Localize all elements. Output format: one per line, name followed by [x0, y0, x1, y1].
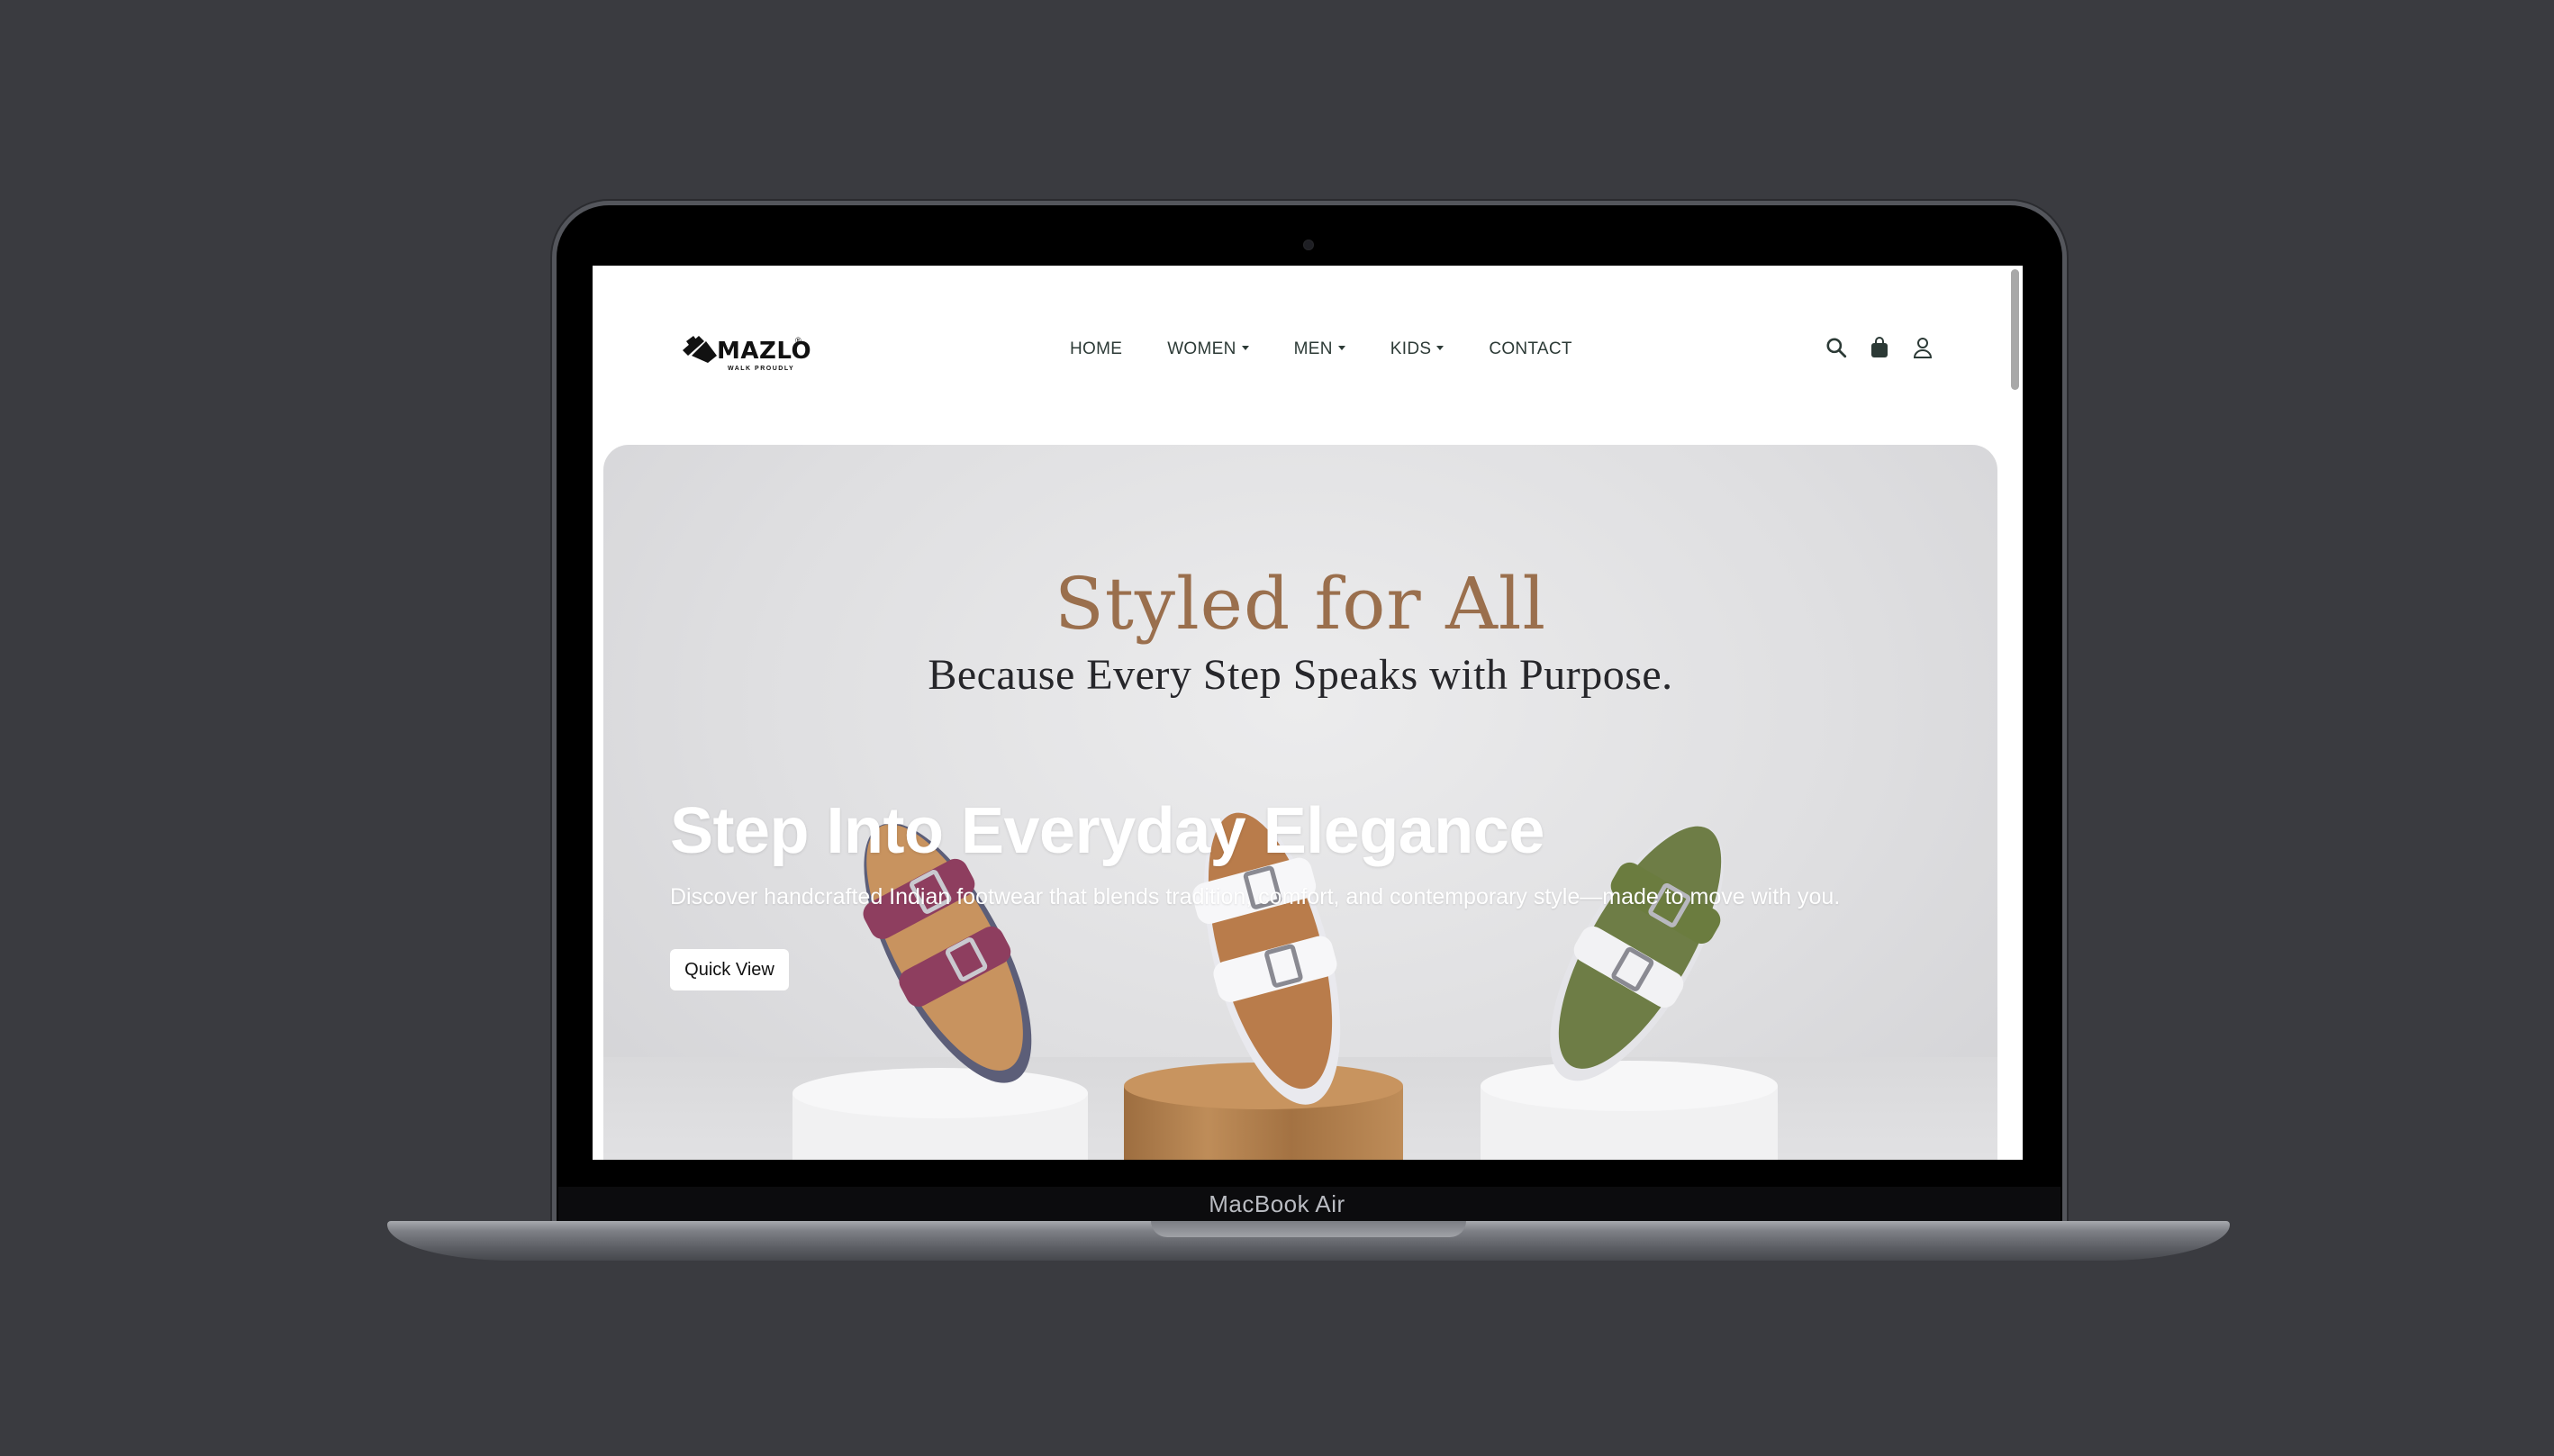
hero-banner: Styled for All Because Every Step Speaks…	[603, 445, 1997, 1160]
search-button[interactable]	[1823, 334, 1850, 361]
nav-men[interactable]: MEN	[1294, 339, 1345, 359]
page-scrollbar[interactable]	[2011, 269, 2019, 390]
laptop-opening-notch	[1151, 1221, 1466, 1237]
nav-contact[interactable]: CONTACT	[1489, 339, 1572, 359]
cart-button[interactable]	[1866, 334, 1893, 361]
user-icon	[1913, 338, 1933, 358]
main-nav: HOME WOMEN MEN KIDS CONTACT	[1070, 339, 1572, 359]
logo-tagline: WALK PROUDLY	[728, 366, 795, 372]
header-actions	[1823, 334, 1936, 361]
nav-contact-label: CONTACT	[1489, 339, 1572, 358]
browser-screen: MAZLO ® WALK PROUDLY HOME WOMEN MEN KIDS…	[593, 266, 2023, 1160]
shopping-bag-icon	[1871, 337, 1888, 357]
webcam	[1303, 240, 1314, 250]
nav-home-label: HOME	[1070, 339, 1123, 358]
site-logo[interactable]: MAZLO ® WALK PROUDLY	[681, 327, 811, 377]
search-icon	[1826, 338, 1847, 358]
pedestal-center-wood	[1124, 1063, 1403, 1160]
hero-heading: Step Into Everyday Elegance	[670, 795, 1544, 867]
logo-registered-mark: ®	[795, 336, 802, 345]
nav-women-label: WOMEN	[1167, 339, 1236, 358]
nav-men-label: MEN	[1293, 339, 1333, 358]
chevron-down-icon	[1436, 345, 1445, 350]
chevron-down-icon	[1337, 345, 1345, 350]
hero-script-subtitle: Because Every Step Speaks with Purpose.	[928, 651, 1673, 699]
pedestal-right	[1481, 1061, 1778, 1160]
account-button[interactable]	[1909, 334, 1936, 361]
device-model-label: MacBook Air	[1209, 1190, 1345, 1217]
olive-sandal	[1550, 825, 1724, 1081]
nav-kids-label: KIDS	[1390, 339, 1432, 358]
nav-women[interactable]: WOMEN	[1167, 339, 1249, 359]
pedestal-left	[792, 1068, 1088, 1160]
quick-view-button[interactable]: Quick View	[670, 949, 789, 990]
nav-kids[interactable]: KIDS	[1390, 339, 1445, 359]
hero-description: Discover handcrafted Indian footwear tha…	[670, 884, 1841, 909]
chevron-down-icon	[1241, 345, 1249, 350]
nav-home[interactable]: HOME	[1070, 339, 1122, 359]
hero-script-title: Styled for All	[1054, 562, 1547, 646]
